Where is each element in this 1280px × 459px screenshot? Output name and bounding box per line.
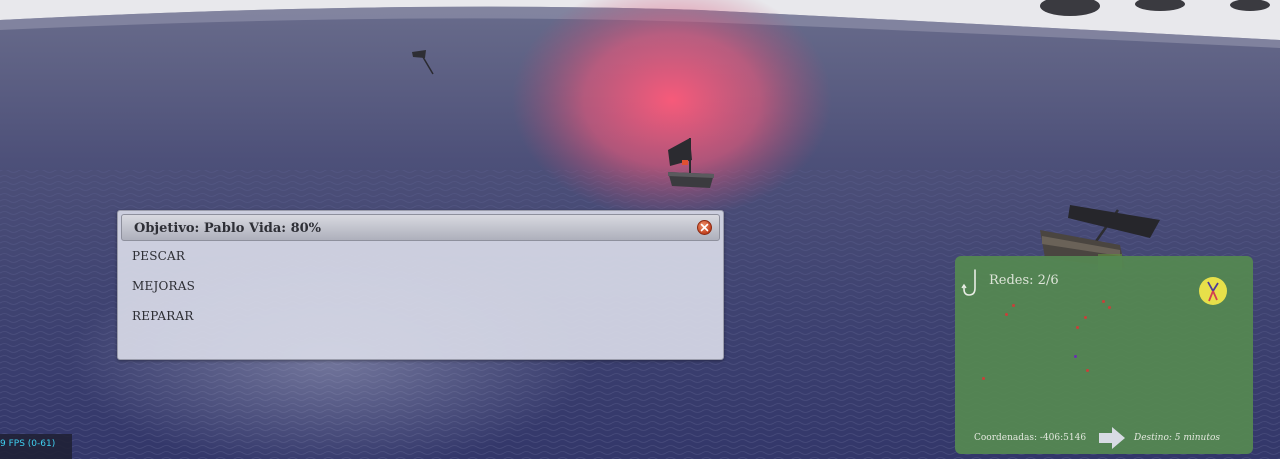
map-marker xyxy=(982,377,985,380)
menu-item-pescar[interactable]: PESCAR xyxy=(132,249,185,263)
close-button[interactable] xyxy=(697,220,712,235)
fps-counter: 9 FPS (0-61) xyxy=(0,434,72,459)
destination-label: Destino: 5 minutos xyxy=(1134,433,1221,443)
map-marker xyxy=(1108,306,1111,309)
dialog-header: Objetivo: Pablo Vida: 80% xyxy=(121,214,720,241)
minimap-panel: Redes: 2/6 Coordenadas: -406:5146 Destin… xyxy=(955,256,1253,454)
coordinates-label: Coordenadas: -406:5146 xyxy=(974,433,1087,443)
objective-dialog: Objetivo: Pablo Vida: 80% PESCAR MEJORAS… xyxy=(117,210,724,360)
player-marker xyxy=(1074,355,1077,358)
nets-counter: Redes: 2/6 xyxy=(989,273,1059,288)
menu-item-reparar[interactable]: REPARAR xyxy=(132,309,194,323)
menu-item-mejoras[interactable]: MEJORAS xyxy=(132,279,195,293)
map-marker xyxy=(1086,369,1089,372)
map-marker xyxy=(1012,304,1015,307)
compass-icon xyxy=(1199,277,1227,305)
map-marker xyxy=(1076,326,1079,329)
direction-arrow-icon xyxy=(1099,427,1125,449)
map-marker xyxy=(1084,316,1087,319)
hook-icon xyxy=(961,269,976,296)
map-marker xyxy=(1005,313,1008,316)
close-icon xyxy=(700,223,709,232)
map-marker xyxy=(1102,300,1105,303)
dialog-title: Objetivo: Pablo Vida: 80% xyxy=(134,221,322,236)
